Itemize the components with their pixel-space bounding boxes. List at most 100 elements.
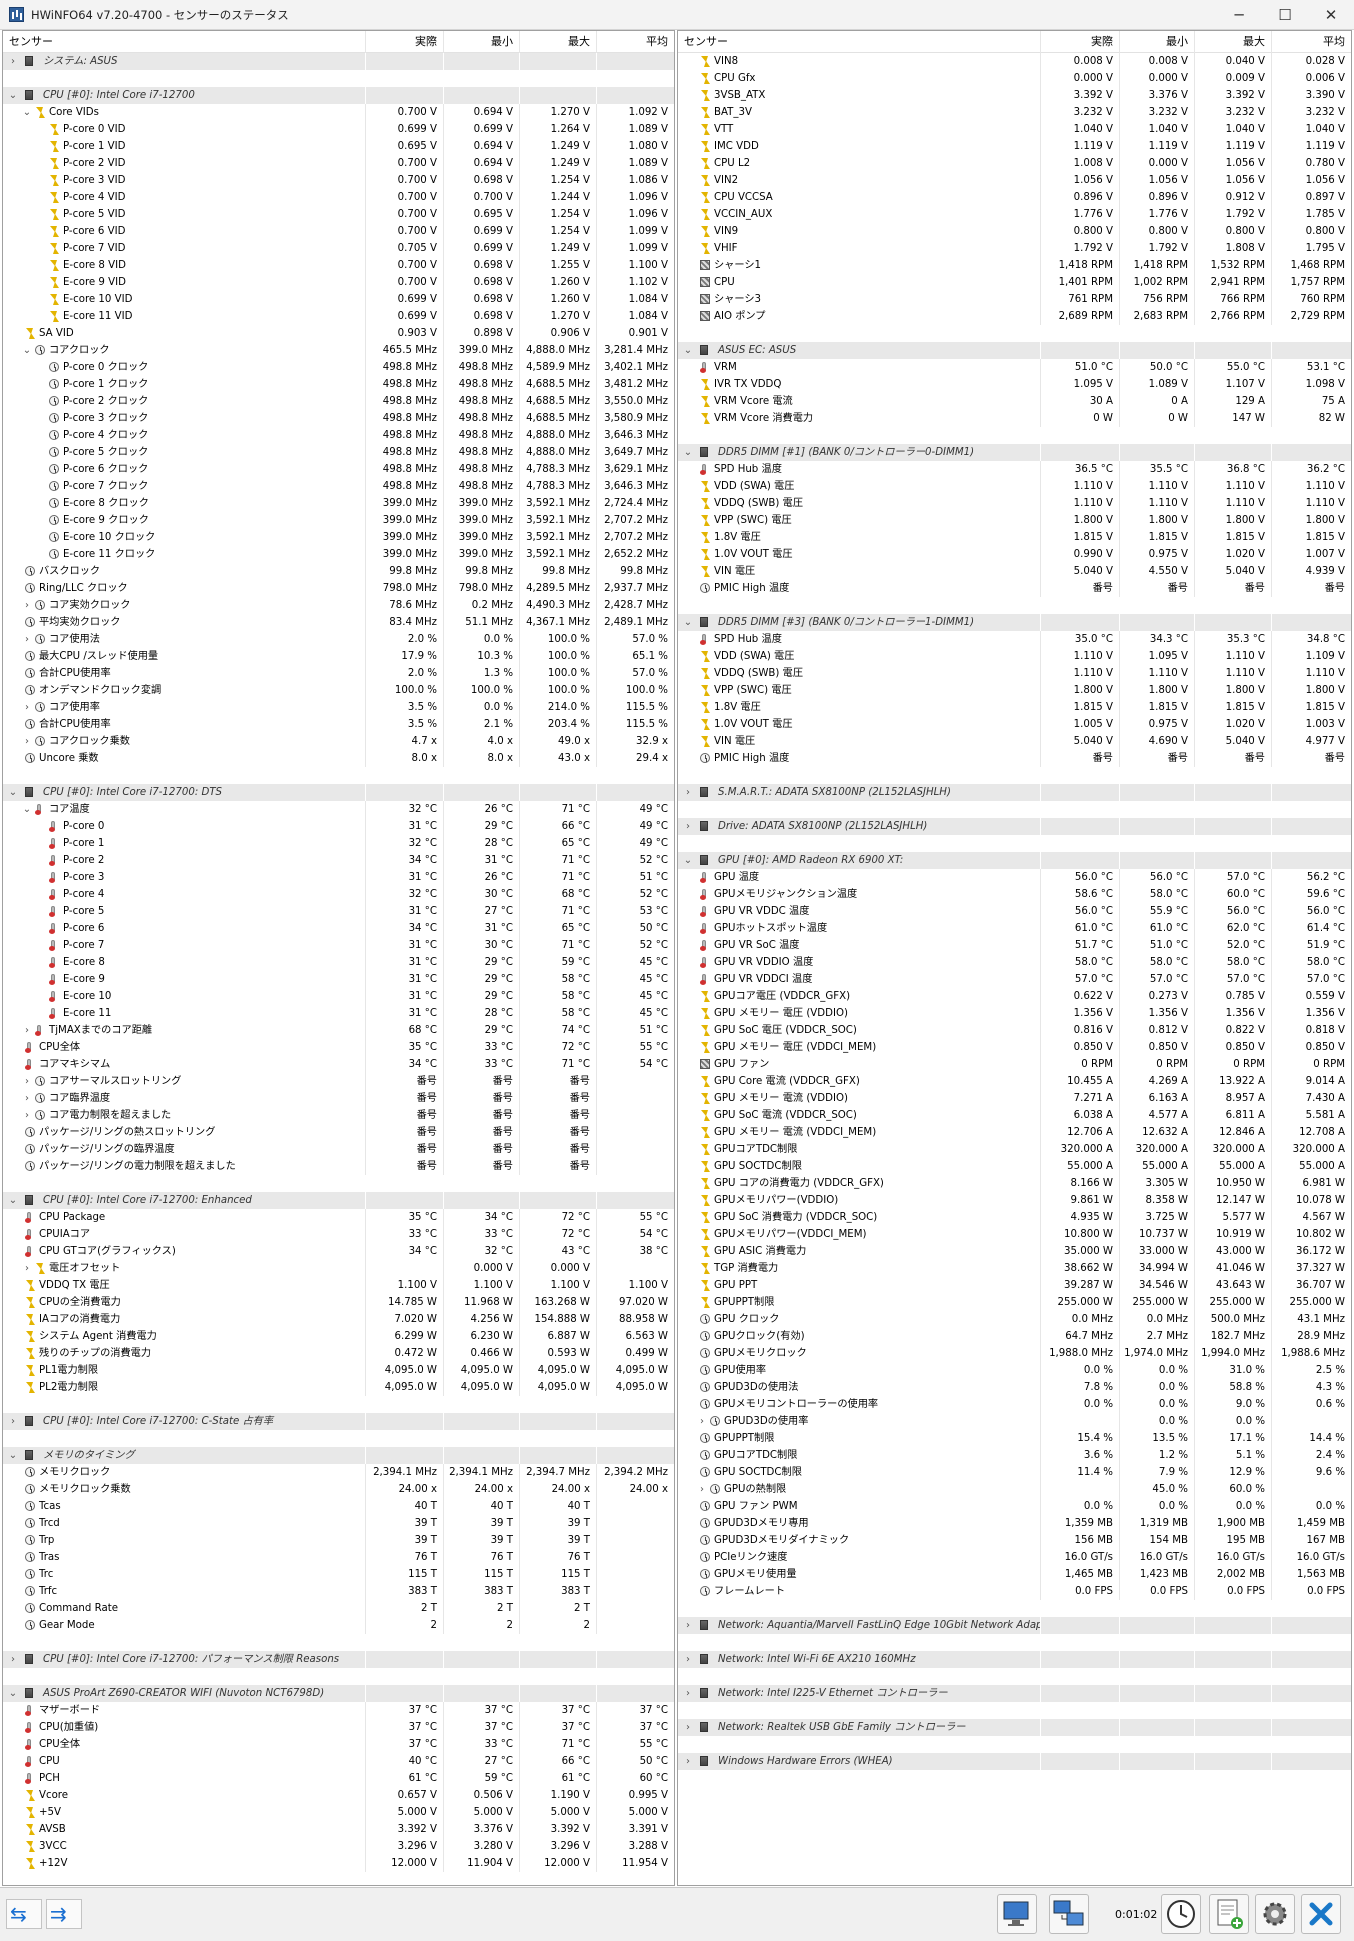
sensor-row[interactable]: E-core 8 VID 0.700 V 0.698 V 1.255 V 1.100 V xyxy=(3,257,674,274)
sensor-row[interactable]: P-core 3 VID 0.700 V 0.698 V 1.254 V 1.086 V xyxy=(3,172,674,189)
expand-chevron-icon[interactable]: › xyxy=(7,53,19,70)
sensor-row[interactable]: GPUPPT制限 255.000 W 255.000 W 255.000 W 255.0… xyxy=(678,1294,1351,1311)
sensor-row[interactable]: VRM Vcore 消費電力 0 W0 W 147 W 82 W xyxy=(678,410,1351,427)
sensor-group-header[interactable]: ⌄ DDR5 DIMM [#1] (BANK 0/コントローラー0-DIMM1) xyxy=(678,444,1351,461)
sensor-row[interactable]: P-core 7 クロック 498.8 MHz 498.8 MHz 4,788.3 M… xyxy=(3,478,674,495)
sensor-row[interactable]: PL1電力制限 4,095.0 W 4,095.0 W 4,095.0 W 4,095.… xyxy=(3,1362,674,1379)
expand-chevron-icon[interactable]: › xyxy=(696,1481,708,1498)
sensor-panel-right[interactable]: センサー 実際 最小 最大 平均 VIN8 0.008 V 0.008 V 0.040 V 0.0… xyxy=(677,30,1352,1886)
sensor-row[interactable]: GPUコアTDC制限 320.000 A 320.000 A 320.000 A 320… xyxy=(678,1141,1351,1158)
sensor-row[interactable]: VHIF 1.792 V 1.792 V 1.808 V 1.795 V xyxy=(678,240,1351,257)
expand-chevron-icon[interactable]: › xyxy=(21,1090,33,1107)
sensor-row[interactable]: E-core 11 VID 0.699 V 0.698 V 1.270 V 1.084 … xyxy=(3,308,674,325)
sensor-group-header[interactable]: › システム: ASUS xyxy=(3,53,674,70)
sensor-row[interactable]: GPUメモリコントローラーの使用率 0.0 % 0.0 % 9.0 % 0.6 % xyxy=(678,1396,1351,1413)
sensor-row[interactable]: GPU使用率 0.0 % 0.0 % 31.0 % 2.5 % xyxy=(678,1362,1351,1379)
sensor-row[interactable]: GPUD3Dメモリ専用 1,359 MB 1,319 MB 1,900 MB 1,459… xyxy=(678,1515,1351,1532)
sensor-row[interactable]: メモリクロック乗数 24.00 x 24.00 x 24.00 x 24.00 x xyxy=(3,1481,674,1498)
sensor-row[interactable]: パッケージ/リングの臨界温度 番号 番号 番号 xyxy=(3,1141,674,1158)
sensor-row[interactable]: 最大CPU /スレッド使用量 17.9 % 10.3 % 100.0 % 65.1 % xyxy=(3,648,674,665)
column-header-4[interactable]: 平均 xyxy=(1271,31,1351,53)
minimize-button[interactable]: ─ xyxy=(1216,0,1262,30)
sensor-row[interactable]: GPUホットスポット温度 61.0 °C 61.0 °C 62.0 °C 61.4 °C xyxy=(678,920,1351,937)
sensor-row[interactable]: › GPUD3Dの使用率 0.0 % 0.0 % xyxy=(678,1413,1351,1430)
sensor-row[interactable]: パッケージ/リングの電力制限を超えました 番号 番号 番号 xyxy=(3,1158,674,1175)
sensor-row[interactable]: TGP 消費電力 38.662 W 34.994 W 41.046 W 37.327 W xyxy=(678,1260,1351,1277)
sensor-row[interactable]: P-core 7 VID 0.705 V 0.699 V 1.249 V 1.099 V xyxy=(3,240,674,257)
sensor-row[interactable]: Command Rate 2 T2 T2 T xyxy=(3,1600,674,1617)
column-header-4[interactable]: 平均 xyxy=(596,31,674,53)
sensor-row[interactable]: GPUメモリジャンクション温度 58.6 °C 58.0 °C 60.0 °C 59.6… xyxy=(678,886,1351,903)
sensor-row[interactable]: PMIC High 温度 番号 番号 番号 番号 xyxy=(678,580,1351,597)
sensor-row[interactable]: › コア電力制限を超えました 番号 番号 番号 xyxy=(3,1107,674,1124)
sensor-group-header[interactable]: › Network: Realtek USB GbE Family コントローラー xyxy=(678,1719,1351,1736)
sensor-row[interactable]: VRM Vcore 電流 30 A0 A 129 A 75 A xyxy=(678,393,1351,410)
sensor-row[interactable]: オンデマンドクロック変調 100.0 % 100.0 % 100.0 % 100.0 % xyxy=(3,682,674,699)
sensor-row[interactable]: GPUD3Dの使用法 7.8 % 0.0 % 58.8 % 4.3 % xyxy=(678,1379,1351,1396)
expand-chevron-icon[interactable]: › xyxy=(682,1617,694,1634)
sensor-row[interactable]: フレームレート 0.0 FPS 0.0 FPS 0.0 FPS 0.0 FPS xyxy=(678,1583,1351,1600)
sensor-row[interactable]: SPD Hub 温度 36.5 °C 35.5 °C 36.8 °C 36.2 °C xyxy=(678,461,1351,478)
sensor-row[interactable]: GPU メモリー 電圧 (VDDIO) 1.356 V 1.356 V 1.356 V… xyxy=(678,1005,1351,1022)
sensor-row[interactable]: › コア使用率 3.5 % 0.0 % 214.0 % 115.5 % xyxy=(3,699,674,716)
sensor-group-header[interactable]: › CPU [#0]: Intel Core i7-12700: C-State … xyxy=(3,1413,674,1430)
sensor-row[interactable]: GPU ファン PWM 0.0 % 0.0 % 0.0 % 0.0 % xyxy=(678,1498,1351,1515)
sensor-row[interactable]: GPU Core 電流 (VDDCR_GFX) 10.455 A 4.269 A 13… xyxy=(678,1073,1351,1090)
sensor-row[interactable]: 1.8V 電圧 1.815 V 1.815 V 1.815 V 1.815 V xyxy=(678,529,1351,546)
expand-chevron-icon[interactable]: › xyxy=(7,1413,19,1430)
sensor-group-header[interactable]: ⌄ CPU [#0]: Intel Core i7-12700: Enhanced xyxy=(3,1192,674,1209)
sensor-row[interactable]: E-core 9 VID 0.700 V 0.698 V 1.260 V 1.102 V xyxy=(3,274,674,291)
sensor-row[interactable]: E-core 9 クロック 399.0 MHz 399.0 MHz 3,592.1 M… xyxy=(3,512,674,529)
sensor-row[interactable]: CPUIAコア 33 °C 33 °C 72 °C 54 °C xyxy=(3,1226,674,1243)
sensor-report-button[interactable] xyxy=(997,1894,1037,1934)
sensor-row[interactable]: Trcd 39 T 39 T 39 T xyxy=(3,1515,674,1532)
collapse-chevron-icon[interactable]: ⌄ xyxy=(682,342,694,359)
sensor-row[interactable]: バスクロック 99.8 MHz 99.8 MHz 99.8 MHz 99.8 MHz xyxy=(3,563,674,580)
sensor-row[interactable]: P-core 1 クロック 498.8 MHz 498.8 MHz 4,688.5 M… xyxy=(3,376,674,393)
sensor-row[interactable]: IVR TX VDDQ 1.095 V 1.089 V 1.107 V 1.098 V xyxy=(678,376,1351,393)
collapse-chevron-icon[interactable]: ⌄ xyxy=(7,87,19,104)
sensor-row[interactable]: メモリクロック 2,394.1 MHz 2,394.1 MHz 2,394.7 MHz… xyxy=(3,1464,674,1481)
sensor-row[interactable]: CPU Package 35 °C 34 °C 72 °C 55 °C xyxy=(3,1209,674,1226)
sensor-group-header[interactable]: ⌄ ASUS EC: ASUS xyxy=(678,342,1351,359)
sensor-row[interactable]: E-core 8 31 °C 29 °C 59 °C 45 °C xyxy=(3,954,674,971)
collapse-chevron-icon[interactable]: ⌄ xyxy=(7,784,19,801)
sensor-row[interactable]: 3VSB_ATX 3.392 V 3.376 V 3.392 V 3.390 V xyxy=(678,87,1351,104)
sensor-row[interactable]: GPU SOCTDC制限 55.000 A 55.000 A 55.000 A 55.0… xyxy=(678,1158,1351,1175)
sensor-row[interactable]: CPU L2 1.008 V 0.000 V 1.056 V 0.780 V xyxy=(678,155,1351,172)
sensor-group-header[interactable]: › Network: Intel I225-V Ethernet コントローラー xyxy=(678,1685,1351,1702)
sensor-row[interactable]: Trc 115 T 115 T 115 T xyxy=(3,1566,674,1583)
sensor-row[interactable]: › 電圧オフセット 0.000 V 0.000 V xyxy=(3,1260,674,1277)
sensor-row[interactable]: P-core 1 32 °C 28 °C 65 °C 49 °C xyxy=(3,835,674,852)
sensor-row[interactable]: P-core 5 クロック 498.8 MHz 498.8 MHz 4,888.0 M… xyxy=(3,444,674,461)
sensor-row[interactable]: ⌄ Core VIDs 0.700 V 0.694 V 1.270 V 1.092 V xyxy=(3,104,674,121)
sensor-row[interactable]: › TjMAXまでのコア距離 68 °C 29 °C 74 °C 51 °C xyxy=(3,1022,674,1039)
sensor-row[interactable]: CPU(加重値) 37 °C 37 °C 37 °C 37 °C xyxy=(3,1719,674,1736)
sensor-group-header[interactable]: › Drive: ADATA SX8100NP (2L152LASJHLH) xyxy=(678,818,1351,835)
column-header-0[interactable]: センサー xyxy=(3,31,365,53)
sensor-row[interactable]: Trp 39 T 39 T 39 T xyxy=(3,1532,674,1549)
sensor-row[interactable]: P-core 6 34 °C 31 °C 65 °C 50 °C xyxy=(3,920,674,937)
sensor-row[interactable]: VCCIN_AUX 1.776 V 1.776 V 1.792 V 1.785 V xyxy=(678,206,1351,223)
sensor-row[interactable]: VRM 51.0 °C 50.0 °C 55.0 °C 53.1 °C xyxy=(678,359,1351,376)
sensor-row[interactable]: GPU SoC 消費電力 (VDDCR_SOC) 4.935 W 3.725 W 5.… xyxy=(678,1209,1351,1226)
column-header-0[interactable]: センサー xyxy=(678,31,1040,53)
sensor-row[interactable]: › コア臨界温度 番号 番号 番号 xyxy=(3,1090,674,1107)
sensor-row[interactable]: VIN 電圧 5.040 V 4.550 V 5.040 V 4.939 V xyxy=(678,563,1351,580)
sensor-row[interactable]: GPU ファン 0 RPM 0 RPM 0 RPM 0 RPM xyxy=(678,1056,1351,1073)
sensor-row[interactable]: P-core 0 クロック 498.8 MHz 498.8 MHz 4,589.9 M… xyxy=(3,359,674,376)
expand-chevron-icon[interactable]: › xyxy=(21,597,33,614)
column-header[interactable]: センサー 実際 最小 最大 平均 xyxy=(3,31,674,53)
sensor-row[interactable]: P-core 5 31 °C 27 °C 71 °C 53 °C xyxy=(3,903,674,920)
sensor-row[interactable]: P-core 4 クロック 498.8 MHz 498.8 MHz 4,888.0 M… xyxy=(3,427,674,444)
sensor-row[interactable]: CPU全体 37 °C 33 °C 71 °C 55 °C xyxy=(3,1736,674,1753)
sensor-row[interactable]: › コア実効クロック 78.6 MHz 0.2 MHz 4,490.3 MHz 2,428… xyxy=(3,597,674,614)
sensor-row[interactable]: GPU VR SoC 温度 51.7 °C 51.0 °C 52.0 °C 51.9 °… xyxy=(678,937,1351,954)
sensor-row[interactable]: Vcore 0.657 V 0.506 V 1.190 V 0.995 V xyxy=(3,1787,674,1804)
sensor-row[interactable]: P-core 1 VID 0.695 V 0.694 V 1.249 V 1.080 V xyxy=(3,138,674,155)
sensor-row[interactable]: › コア使用法 2.0 % 0.0 % 100.0 % 57.0 % xyxy=(3,631,674,648)
column-header-2[interactable]: 最小 xyxy=(1119,31,1194,53)
sensor-row[interactable]: Trfc 383 T 383 T 383 T xyxy=(3,1583,674,1600)
sensor-row[interactable]: システム Agent 消費電力 6.299 W 6.230 W 6.887 W 6.56… xyxy=(3,1328,674,1345)
settings-button[interactable] xyxy=(1255,1894,1295,1934)
